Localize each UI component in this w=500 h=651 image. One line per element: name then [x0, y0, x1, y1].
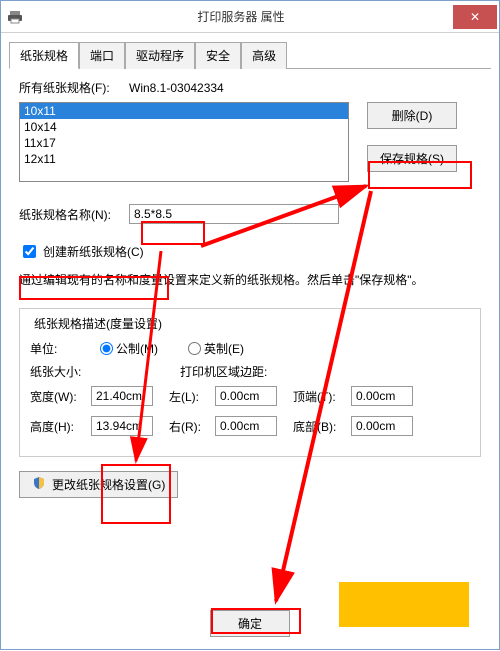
server-name: Win8.1-03042334 — [129, 81, 224, 95]
tab-advanced[interactable]: 高级 — [241, 42, 287, 69]
form-name-input[interactable] — [129, 204, 339, 224]
description-group: 纸张规格描述(度量设置) 单位: 公制(M) 英制(E) 纸张大小: 打印机区域… — [19, 308, 481, 457]
dialog-buttons: 确定 — [1, 610, 499, 637]
shield-icon — [32, 476, 46, 493]
english-radio-input[interactable] — [188, 342, 201, 355]
printer-icon — [1, 9, 29, 25]
tab-strip: 纸张规格 端口 驱动程序 安全 高级 — [9, 41, 491, 69]
tab-paper-forms[interactable]: 纸张规格 — [9, 42, 79, 69]
list-item[interactable]: 10x14 — [20, 119, 348, 135]
top-label: 顶端(T): — [293, 388, 345, 405]
list-item[interactable]: 12x11 — [20, 151, 348, 167]
all-forms-label: 所有纸张规格(F): — [19, 79, 129, 96]
help-text: 通过编辑现有的名称和度量设置来定义新的纸张规格。然后单击"保存规格"。 — [19, 271, 481, 290]
width-label: 宽度(W): — [30, 388, 85, 405]
top-input[interactable] — [351, 386, 413, 406]
paper-size-label: 纸张大小: — [30, 363, 180, 380]
create-new-checkbox[interactable]: 创建新纸张规格(C) — [19, 242, 144, 261]
create-new-checkbox-input[interactable] — [23, 245, 36, 258]
left-input[interactable] — [215, 386, 277, 406]
metric-radio-input[interactable] — [100, 342, 113, 355]
right-label: 右(R): — [169, 418, 209, 435]
delete-button[interactable]: 删除(D) — [367, 102, 457, 129]
height-input[interactable] — [91, 416, 153, 436]
units-label: 单位: — [30, 340, 100, 357]
description-group-title: 纸张规格描述(度量设置) — [30, 315, 166, 332]
save-form-button[interactable]: 保存规格(S) — [367, 145, 457, 172]
metric-radio[interactable]: 公制(M) — [100, 340, 158, 357]
bottom-input[interactable] — [351, 416, 413, 436]
forms-listbox[interactable]: 10x11 10x14 11x17 12x11 — [19, 102, 349, 182]
english-radio[interactable]: 英制(E) — [188, 340, 244, 357]
height-label: 高度(H): — [30, 418, 85, 435]
window-title: 打印服务器 属性 — [29, 8, 453, 25]
list-item[interactable]: 11x17 — [20, 135, 348, 151]
width-input[interactable] — [91, 386, 153, 406]
bottom-label: 底部(B): — [293, 418, 345, 435]
create-new-label: 创建新纸张规格(C) — [43, 243, 144, 260]
list-item[interactable]: 10x11 — [20, 103, 348, 119]
titlebar: 打印服务器 属性 ✕ — [1, 1, 499, 33]
right-input[interactable] — [215, 416, 277, 436]
tab-content: 所有纸张规格(F): Win8.1-03042334 10x11 10x14 1… — [1, 69, 499, 508]
form-name-label: 纸张规格名称(N): — [19, 206, 129, 223]
tab-ports[interactable]: 端口 — [79, 42, 125, 69]
tab-security[interactable]: 安全 — [195, 42, 241, 69]
left-label: 左(L): — [169, 388, 209, 405]
margins-label: 打印机区域边距: — [180, 363, 267, 380]
change-settings-label: 更改纸张规格设置(G) — [52, 476, 165, 493]
tab-drivers[interactable]: 驱动程序 — [125, 42, 195, 69]
close-button[interactable]: ✕ — [453, 5, 497, 29]
change-settings-button[interactable]: 更改纸张规格设置(G) — [19, 471, 178, 498]
ok-button[interactable]: 确定 — [210, 610, 290, 637]
